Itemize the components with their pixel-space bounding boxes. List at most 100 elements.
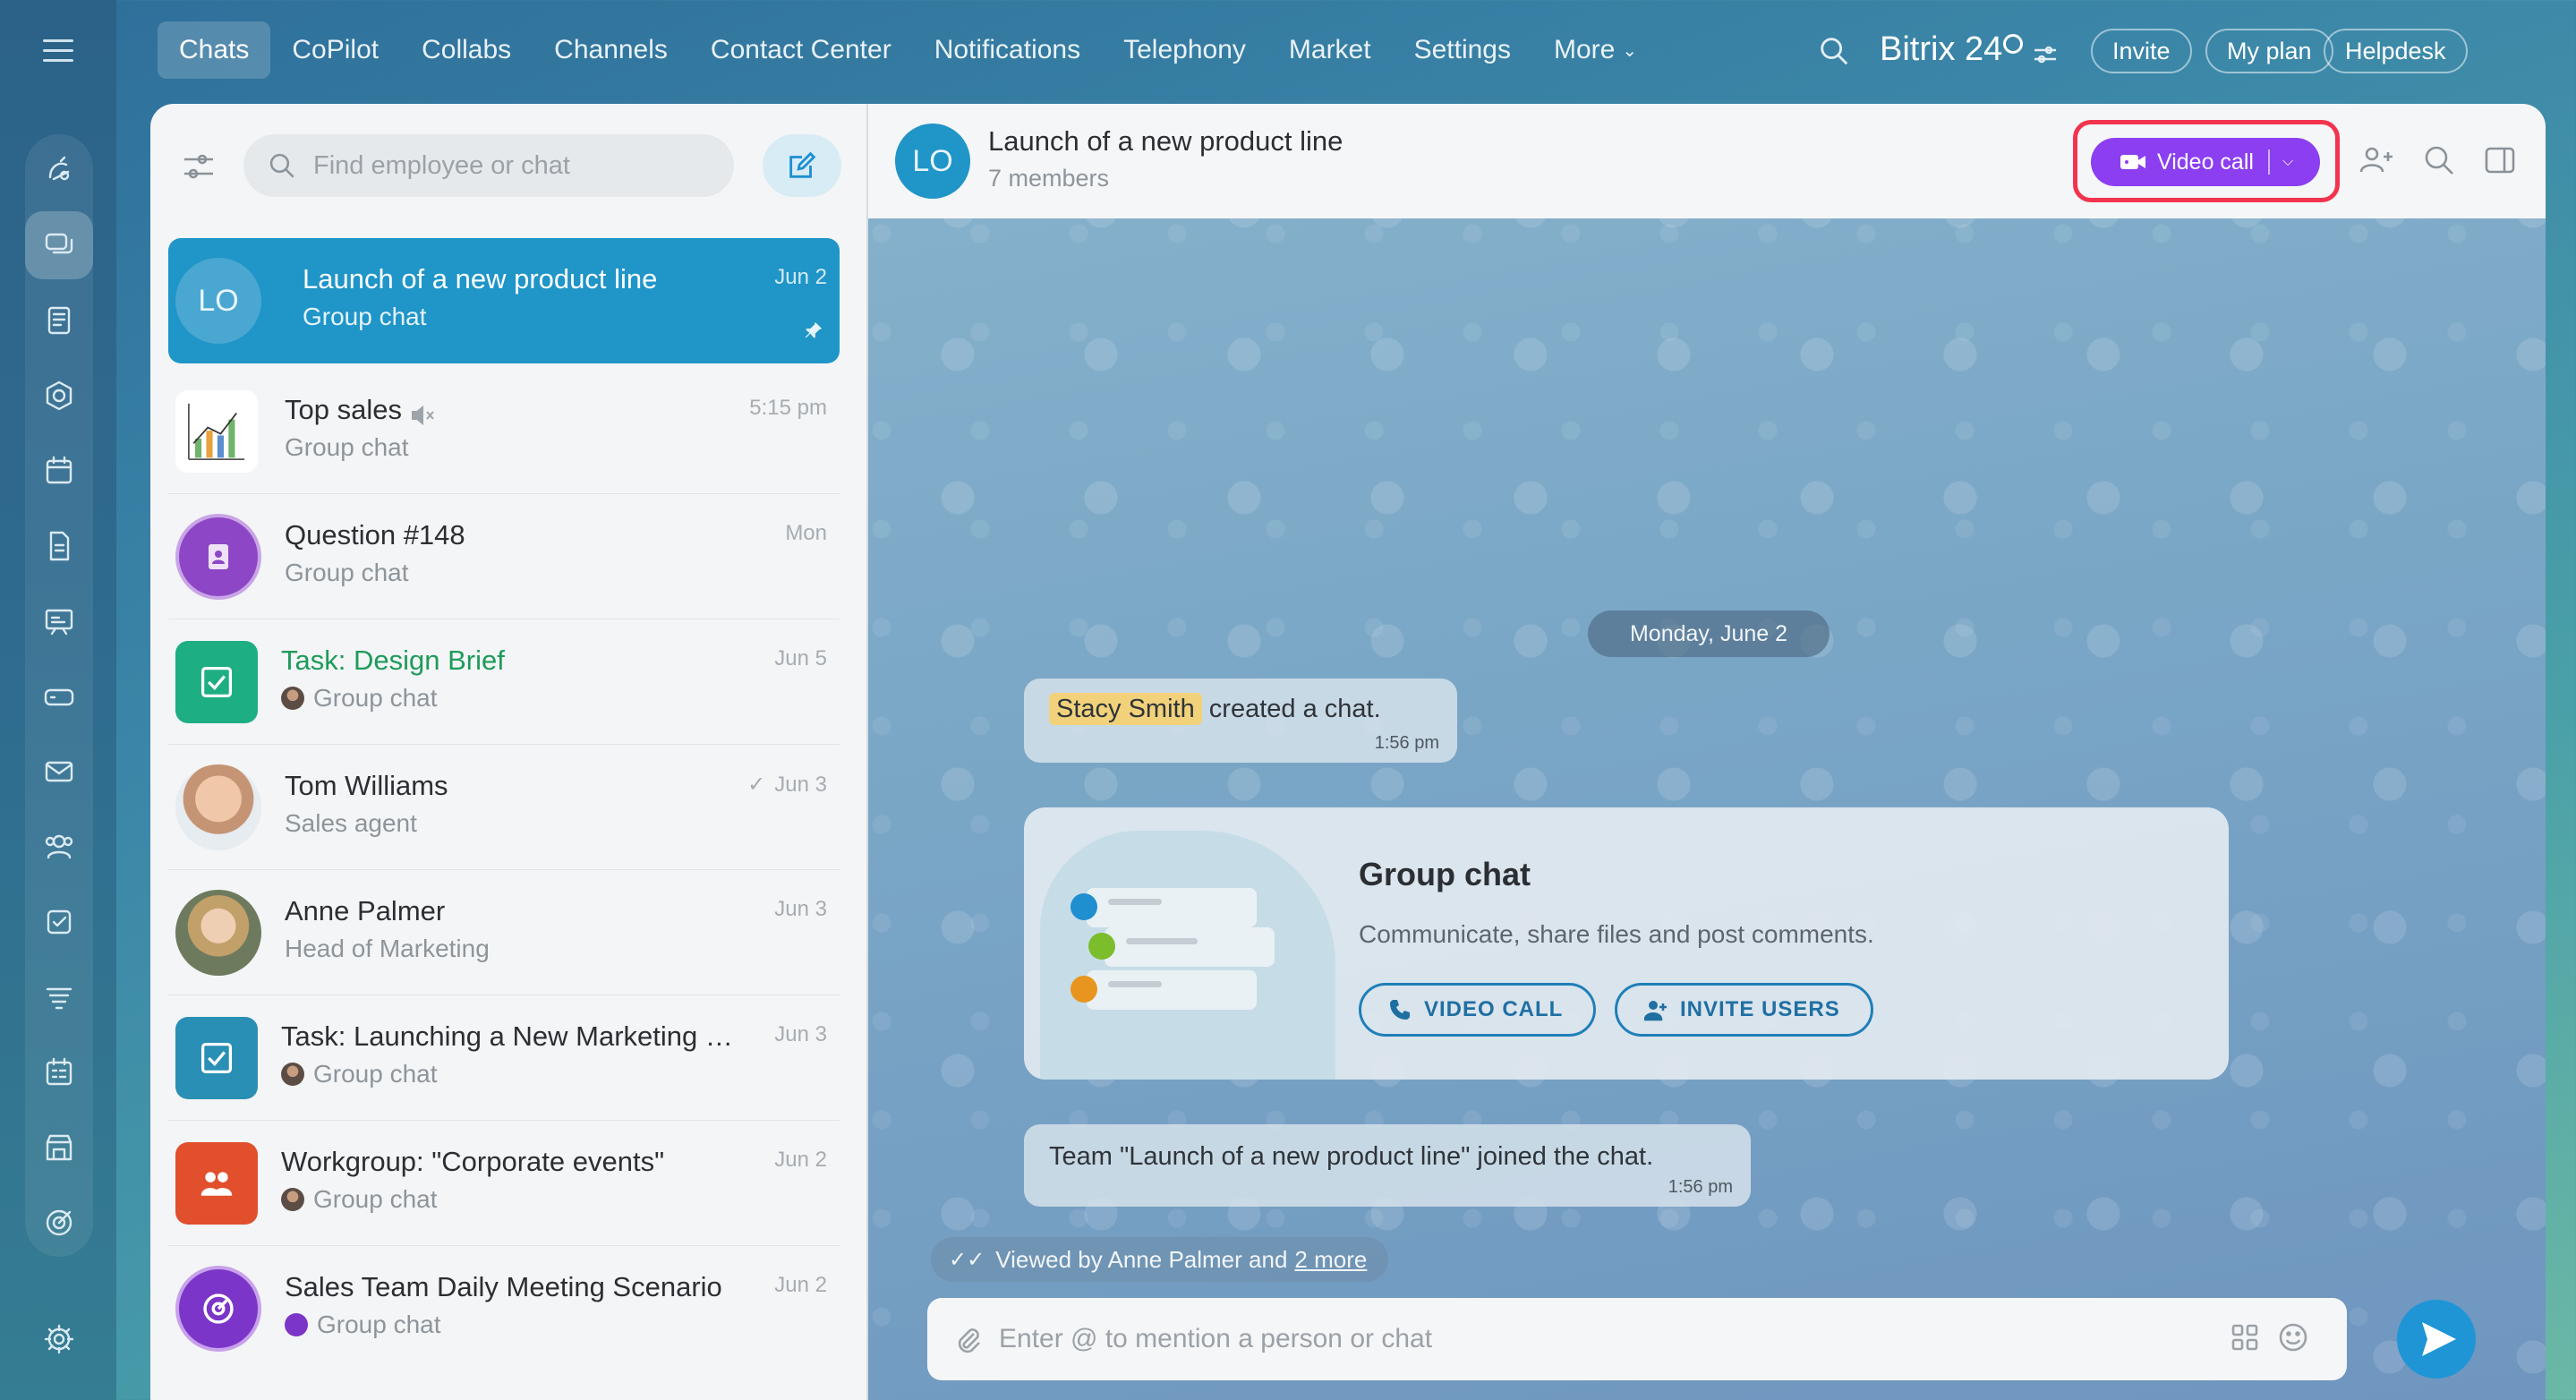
rail-tasks-icon[interactable] <box>25 888 93 956</box>
chat-time: Jun 2 <box>774 1273 827 1297</box>
add-user-icon[interactable] <box>2358 141 2399 183</box>
nav-telephony[interactable]: Telephony <box>1102 21 1267 79</box>
user-mention[interactable]: Stacy Smith <box>1049 693 1202 725</box>
person-avatar <box>175 890 261 976</box>
viewed-by-indicator: ✓✓ Viewed by Anne Palmer and 2 more <box>931 1237 1389 1282</box>
rail-docs-icon[interactable] <box>25 512 93 580</box>
chat-header-avatar[interactable]: LO <box>895 124 970 199</box>
workgroup-avatar <box>175 1142 258 1225</box>
chat-item-anne-palmer[interactable]: Anne Palmer Head of Marketing Jun 3 <box>150 870 866 995</box>
attach-icon[interactable] <box>952 1324 983 1354</box>
nav-market[interactable]: Market <box>1267 21 1393 79</box>
system-message-text: created a chat. <box>1208 695 1381 723</box>
rail-contacts-icon[interactable] <box>25 813 93 881</box>
chat-item-corporate-events[interactable]: Workgroup: "Corporate events" Group chat… <box>150 1121 866 1246</box>
nav-more-label: More <box>1553 35 1616 64</box>
illus-dot <box>1070 976 1097 1003</box>
muted-icon <box>411 401 436 425</box>
tune-icon[interactable] <box>2032 41 2062 68</box>
helpdesk-button[interactable]: Helpdesk <box>2324 29 2468 73</box>
chat-subtitle-text: Group chat <box>317 1310 441 1338</box>
nav-copilot[interactable]: CoPilot <box>270 21 400 79</box>
apps-grid-icon[interactable] <box>2229 1321 2265 1357</box>
chat-time: Jun 2 <box>774 1148 827 1172</box>
rail-chats-icon[interactable] <box>25 211 93 279</box>
chat-list-panel: LO Launch of a new product line Group ch… <box>150 104 866 1400</box>
viewed-more-link[interactable]: 2 more <box>1294 1246 1367 1274</box>
chat-item-marketing-campaign[interactable]: Task: Launching a New Marketing C... Gro… <box>150 995 866 1121</box>
chat-members-count[interactable]: 7 members <box>988 165 1109 192</box>
message-input[interactable] <box>999 1324 2216 1354</box>
send-button[interactable] <box>2397 1300 2476 1379</box>
rail-drive-icon[interactable] <box>25 662 93 730</box>
nav-notifications[interactable]: Notifications <box>913 21 1102 79</box>
system-message-created: Stacy Smith created a chat. 1:56 pm <box>1024 679 1457 763</box>
chat-title: Question #148 <box>285 519 465 551</box>
nav-channels[interactable]: Channels <box>533 21 689 79</box>
chat-subtitle: Head of Marketing <box>285 935 490 963</box>
chat-subtitle: Group chat <box>281 1185 438 1214</box>
chat-search <box>243 134 734 197</box>
search-icon[interactable] <box>1817 34 1853 70</box>
rail-sites-icon[interactable] <box>25 1189 93 1257</box>
chat-item-launch[interactable]: LO Launch of a new product line Group ch… <box>168 238 840 363</box>
filter-icon[interactable] <box>181 149 218 186</box>
rail-settings-icon[interactable] <box>25 1305 93 1373</box>
chat-title: Launch of a new product line <box>303 263 658 295</box>
check-icon: ✓ <box>747 773 766 797</box>
rail-copilot-icon[interactable] <box>25 136 93 204</box>
chevron-down-icon[interactable]: ⌵ <box>2282 154 2293 170</box>
mini-avatar <box>285 1313 308 1336</box>
brand-logo[interactable]: Bitrix 24 <box>1880 30 2002 69</box>
search-icon[interactable] <box>2420 141 2461 183</box>
card-invite-users-button[interactable]: INVITE USERS <box>1615 983 1873 1037</box>
rail-boards-icon[interactable] <box>25 587 93 655</box>
chat-subtitle-text: Group chat <box>285 433 409 461</box>
chat-item-tom-williams[interactable]: Tom Williams Sales agent ✓ Jun 3 <box>150 745 866 870</box>
chat-subtitle: Sales agent <box>285 809 417 838</box>
chat-search-input[interactable] <box>313 150 725 181</box>
card-description: Communicate, share files and post commen… <box>1359 920 1874 948</box>
emoji-icon[interactable] <box>2277 1321 2313 1357</box>
invite-button[interactable]: Invite <box>2091 29 2192 73</box>
card-title: Group chat <box>1359 856 1531 892</box>
rail-feed-icon[interactable] <box>25 286 93 354</box>
chat-item-design-brief[interactable]: Task: Design Brief Group chat Jun 5 <box>150 619 866 745</box>
chat-subtitle: Group chat <box>303 303 427 331</box>
rail-mail-icon[interactable] <box>25 738 93 806</box>
chat-item-daily-meeting[interactable]: Sales Team Daily Meeting Scenario Group … <box>150 1246 866 1371</box>
rail-crm-icon[interactable] <box>25 963 93 1031</box>
my-plan-button[interactable]: My plan <box>2205 29 2333 73</box>
video-call-button[interactable]: Video call ⌵ <box>2091 138 2320 186</box>
illus-line <box>1108 981 1162 987</box>
chat-item-question[interactable]: Question #148 Group chat Mon <box>150 494 866 619</box>
date-separator: Monday, June 2 <box>1588 610 1830 657</box>
chat-subtitle: Group chat <box>285 433 409 462</box>
nav-collabs[interactable]: Collabs <box>400 21 533 79</box>
card-video-call-button[interactable]: VIDEO CALL <box>1359 983 1597 1037</box>
chat-header: LO Launch of a new product line 7 member… <box>868 104 2546 218</box>
chat-item-top-sales[interactable]: Top sales Group chat 5:15 pm <box>150 369 866 494</box>
nav-contact-center[interactable]: Contact Center <box>689 21 913 79</box>
rail-booking-icon[interactable] <box>25 1038 93 1106</box>
compose-icon <box>789 151 816 178</box>
new-chat-button[interactable] <box>763 134 841 197</box>
sidebar-toggle-icon[interactable] <box>2481 141 2522 183</box>
nav-more[interactable]: More ⌄ <box>1532 21 1659 79</box>
message-time: 1:56 pm <box>1668 1177 1733 1197</box>
illus-bubble <box>1105 927 1275 967</box>
pin-icon <box>804 320 823 340</box>
nav-settings[interactable]: Settings <box>1393 21 1532 79</box>
rail-calendar-icon[interactable] <box>25 437 93 505</box>
rail-store-icon[interactable] <box>25 1114 93 1182</box>
card-video-call-label: VIDEO CALL <box>1424 997 1564 1021</box>
rail-collabs-icon[interactable] <box>25 362 93 430</box>
illus-bubble <box>1087 888 1257 927</box>
nav-chats[interactable]: Chats <box>158 21 271 79</box>
illus-dot <box>1070 893 1097 920</box>
task-avatar <box>175 641 258 723</box>
search-icon <box>269 153 294 178</box>
menu-icon[interactable] <box>43 39 73 63</box>
chat-header-title[interactable]: Launch of a new product line <box>988 125 1343 158</box>
chat-subtitle-text: Group chat <box>313 1185 438 1213</box>
